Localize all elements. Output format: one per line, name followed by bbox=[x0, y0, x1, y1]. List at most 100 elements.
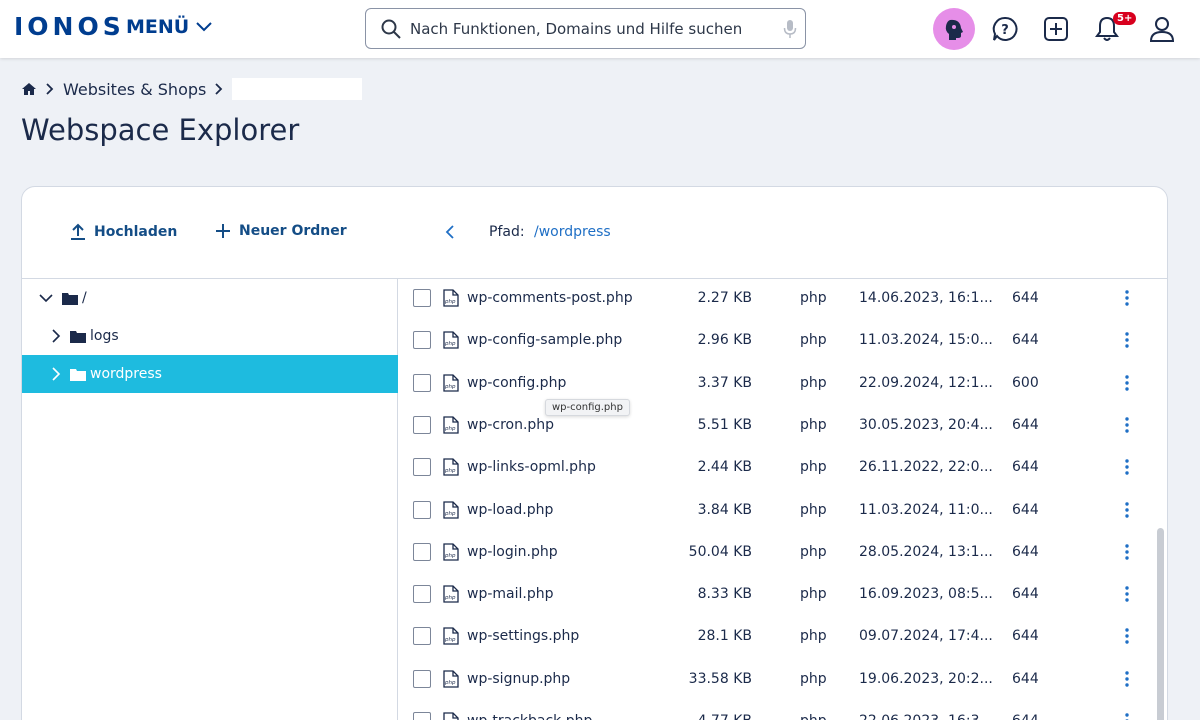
more-options-icon[interactable] bbox=[1117, 372, 1137, 394]
search-box[interactable] bbox=[365, 8, 806, 49]
file-name[interactable]: wp-load.php bbox=[467, 502, 553, 518]
svg-text:php: php bbox=[444, 637, 456, 643]
file-name[interactable]: wp-links-opml.php bbox=[467, 459, 596, 475]
file-name[interactable]: wp-trackback.php bbox=[467, 713, 592, 720]
microphone-icon[interactable] bbox=[783, 19, 797, 39]
file-name[interactable]: wp-comments-post.php bbox=[467, 290, 633, 306]
file-row[interactable]: php wp-trackback.php 4.77 KB php 22.06.2023,… bbox=[399, 700, 1149, 720]
file-permissions: 644 bbox=[1012, 332, 1039, 349]
svg-text:php: php bbox=[444, 511, 456, 517]
php-file-icon: php bbox=[443, 670, 459, 692]
file-row[interactable]: php wp-login.php 50.04 KB php 28.05.2024, 13… bbox=[399, 531, 1149, 573]
file-name[interactable]: wp-config-sample.php bbox=[467, 332, 622, 348]
file-row[interactable]: php wp-load.php 3.84 KB php 11.03.2024, 11:0… bbox=[399, 489, 1149, 531]
chevron-right-icon[interactable] bbox=[48, 329, 64, 343]
more-options-icon[interactable] bbox=[1117, 499, 1137, 521]
breadcrumb-item-websites-shops[interactable]: Websites & Shops bbox=[63, 80, 206, 99]
more-options-icon[interactable] bbox=[1117, 583, 1137, 605]
file-name[interactable]: wp-cron.php bbox=[467, 417, 554, 433]
more-options-icon[interactable] bbox=[1117, 710, 1137, 720]
chevron-right-icon[interactable] bbox=[48, 367, 64, 381]
home-icon[interactable] bbox=[21, 82, 37, 96]
file-row[interactable]: php wp-settings.php 28.1 KB php 09.07.2024, … bbox=[399, 615, 1149, 657]
search-input[interactable] bbox=[410, 19, 770, 38]
help-button[interactable]: ? bbox=[984, 8, 1026, 50]
file-checkbox[interactable] bbox=[413, 458, 431, 477]
file-type: php bbox=[800, 290, 827, 306]
path-value[interactable]: /wordpress bbox=[534, 224, 611, 240]
file-name[interactable]: wp-settings.php bbox=[467, 628, 579, 644]
file-checkbox[interactable] bbox=[413, 415, 431, 434]
file-type: php bbox=[800, 670, 827, 687]
file-checkbox[interactable] bbox=[413, 289, 431, 307]
chat-help-icon: ? bbox=[992, 16, 1018, 41]
file-row[interactable]: php wp-comments-post.php 2.27 KB php 14.06.2… bbox=[399, 279, 1149, 319]
file-checkbox[interactable] bbox=[413, 712, 431, 720]
scrollbar-thumb[interactable] bbox=[1157, 528, 1164, 720]
file-name[interactable]: wp-login.php bbox=[467, 544, 558, 560]
file-size: 3.84 KB bbox=[697, 501, 752, 518]
file-size: 28.1 KB bbox=[697, 628, 752, 645]
file-size: 2.96 KB bbox=[697, 332, 752, 349]
file-permissions: 644 bbox=[1012, 670, 1039, 687]
file-permissions: 644 bbox=[1012, 628, 1039, 645]
menu-button[interactable]: MENÜ bbox=[126, 16, 213, 38]
file-row[interactable]: php wp-cron.php 5.51 KB php 30.05.2023, 20:4… bbox=[399, 404, 1149, 446]
tree-item-logs[interactable]: logs bbox=[22, 317, 398, 355]
file-checkbox[interactable] bbox=[413, 373, 431, 392]
more-options-icon[interactable] bbox=[1117, 625, 1137, 647]
file-permissions: 644 bbox=[1012, 543, 1039, 560]
file-date: 26.11.2022, 22:0... bbox=[859, 459, 993, 476]
file-checkbox[interactable] bbox=[413, 585, 431, 604]
tree-item-label: wordpress bbox=[90, 366, 162, 382]
more-options-icon[interactable] bbox=[1117, 329, 1137, 351]
file-checkbox[interactable] bbox=[413, 331, 431, 350]
ionos-logo[interactable]: IONOS bbox=[14, 12, 125, 41]
file-date: 30.05.2023, 20:4... bbox=[859, 416, 993, 433]
more-options-icon[interactable] bbox=[1117, 456, 1137, 478]
file-checkbox[interactable] bbox=[413, 669, 431, 688]
tree-item-wordpress[interactable]: wordpress bbox=[22, 355, 398, 393]
add-button[interactable] bbox=[1035, 8, 1077, 50]
file-row[interactable]: php wp-links-opml.php 2.44 KB php 26.11.2022… bbox=[399, 446, 1149, 488]
explorer-toolbar: Hochladen Neuer Ordner Pfad: /wordpress bbox=[22, 187, 1167, 279]
file-permissions: 644 bbox=[1012, 586, 1039, 603]
filename-tooltip: wp-config.php bbox=[545, 399, 630, 416]
file-row[interactable]: php wp-config.php 3.37 KB php 22.09.2024, 12… bbox=[399, 362, 1149, 404]
new-folder-button[interactable]: Neuer Ordner bbox=[215, 223, 347, 239]
file-date: 11.03.2024, 15:0... bbox=[859, 332, 993, 349]
tree-item-root[interactable]: / bbox=[22, 279, 398, 317]
chevron-right-icon bbox=[46, 83, 54, 95]
file-permissions: 600 bbox=[1012, 374, 1039, 391]
file-checkbox[interactable] bbox=[413, 542, 431, 561]
file-row[interactable]: php wp-config-sample.php 2.96 KB php 11.03.2… bbox=[399, 319, 1149, 361]
svg-text:php: php bbox=[444, 341, 456, 347]
file-checkbox[interactable] bbox=[413, 627, 431, 646]
more-options-icon[interactable] bbox=[1117, 287, 1137, 309]
svg-text:php: php bbox=[444, 384, 456, 390]
file-checkbox[interactable] bbox=[413, 500, 431, 519]
search-icon bbox=[381, 19, 401, 39]
ai-assistant-button[interactable] bbox=[933, 8, 975, 50]
upload-button[interactable]: Hochladen bbox=[70, 223, 177, 241]
menu-label: MENÜ bbox=[126, 16, 190, 38]
svg-text:php: php bbox=[444, 553, 456, 559]
path-back-button[interactable] bbox=[442, 223, 458, 245]
php-file-icon: php bbox=[443, 458, 459, 480]
php-file-icon: php bbox=[443, 373, 459, 396]
file-date: 16.09.2023, 08:5... bbox=[859, 586, 993, 603]
file-row[interactable]: php wp-signup.php 33.58 KB php 19.06.2023, 2… bbox=[399, 658, 1149, 700]
file-list-scrollbar[interactable] bbox=[1155, 278, 1167, 720]
more-options-icon[interactable] bbox=[1117, 414, 1137, 436]
file-name[interactable]: wp-config.php bbox=[467, 375, 566, 391]
chevron-down-icon bbox=[196, 22, 212, 32]
chevron-down-icon[interactable] bbox=[38, 293, 54, 303]
account-button[interactable] bbox=[1141, 8, 1183, 50]
file-row[interactable]: php wp-mail.php 8.33 KB php 16.09.2023, 08:5… bbox=[399, 573, 1149, 615]
file-name[interactable]: wp-mail.php bbox=[467, 586, 553, 602]
file-name[interactable]: wp-signup.php bbox=[467, 671, 570, 687]
more-options-icon[interactable] bbox=[1117, 668, 1137, 690]
more-options-icon[interactable] bbox=[1117, 541, 1137, 563]
svg-text:php: php bbox=[444, 299, 456, 305]
file-type: php bbox=[800, 374, 827, 391]
